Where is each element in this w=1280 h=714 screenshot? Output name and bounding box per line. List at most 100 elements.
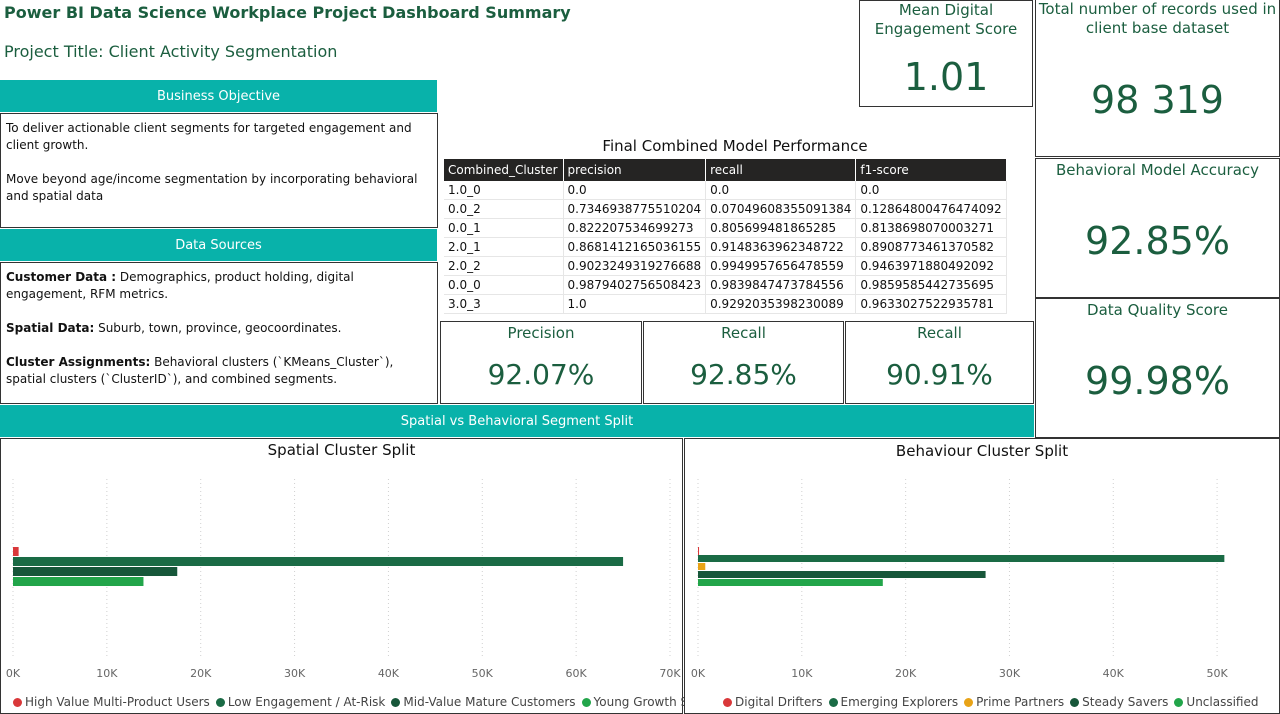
x-tick-label: 10K (791, 667, 813, 680)
data-sources-panel: Customer Data : Demographics, product ho… (0, 262, 438, 404)
legend-item[interactable]: Emerging Explorers (828, 695, 959, 709)
legend-label: Unclassified (1186, 695, 1259, 709)
table-cell: 0.9463971880492092 (855, 256, 1007, 276)
data-quality-label: Data Quality Score (1087, 301, 1228, 319)
business-objective-header: Business Objective (0, 80, 437, 112)
segment-split-banner: Spatial vs Behavioral Segment Split (0, 405, 1034, 437)
legend-label: Prime Partners (976, 695, 1065, 709)
data-quality-value: 99.98% (1085, 359, 1230, 403)
bar[interactable] (698, 571, 986, 578)
spatial-chart-title: Spatial Cluster Split (267, 441, 416, 459)
engagement-score-value: 1.01 (903, 55, 989, 99)
legend-item[interactable]: Low Engagement / At-Risk (215, 695, 386, 709)
x-tick-label: 50K (472, 667, 494, 680)
table-cell: 0.07049608355091384 (705, 199, 857, 219)
behaviour-cluster-chart: 0K 10K 20K 30K 40K 50K (691, 479, 1228, 680)
legend-item[interactable]: High Value Multi-Product Users (13, 695, 210, 709)
page-title: Power BI Data Science Workplace Project … (4, 3, 571, 22)
column-header-precision[interactable]: precision (563, 159, 707, 181)
column-header-f1-score[interactable]: f1-score (855, 159, 1007, 181)
bar[interactable] (13, 577, 144, 586)
spatial-cluster-chart: 0K 10K 20K 30K 40K 50K 60K 70K (6, 479, 681, 680)
table-cell: 1.0_0 (444, 181, 564, 200)
legend-label: High Value Multi-Product Users (25, 695, 210, 709)
table-row: 2.0_2 0.9023249319276688 0.994995765647855… (444, 256, 1007, 276)
column-header-combined-cluster[interactable]: Combined_Cluster (444, 159, 564, 181)
segment-split-label: Spatial vs Behavioral Segment Split (400, 413, 634, 429)
legend-item[interactable]: Mid-Value Mature Customers (391, 695, 576, 709)
table-cell: 0.8681412165036155 (563, 237, 707, 257)
table-cell: 0.9839847473784556 (705, 275, 857, 295)
table-cell: 0.9879402756508423 (563, 275, 707, 295)
table-cell: 0.822207534699273 (563, 218, 707, 238)
recall-card: Recall 92.85% (643, 321, 844, 404)
legend-label: Mid-Value Mature Customers (403, 695, 576, 709)
table-cell: 0.0_1 (444, 218, 564, 238)
x-tick-label: 10K (96, 667, 118, 680)
data-source-customer-label: Customer Data : (6, 270, 117, 284)
table-cell: 1.0 (563, 294, 707, 314)
table-cell: 0.0 (563, 181, 707, 200)
table-row: 3.0_3 1.0 0.9292035398230089 0.963302752293… (444, 294, 1007, 314)
project-title: Project Title: Client Activity Segmentat… (4, 42, 338, 61)
data-source-spatial: Spatial Data: Suburb, town, province, ge… (6, 320, 432, 337)
data-sources-heading: Data Sources (175, 237, 262, 253)
data-source-clusters-label: Cluster Assignments: (6, 355, 151, 369)
table-row: 0.0_0 0.9879402756508423 0.983984747378455… (444, 275, 1007, 295)
table-header-row: Combined_Cluster precision recall f1-sco… (444, 159, 1007, 181)
x-tick-label: 70K (659, 667, 681, 680)
table-cell: 0.9148363962348722 (705, 237, 857, 257)
legend-label: Digital Drifters (735, 695, 823, 709)
table-cell: 0.0_0 (444, 275, 564, 295)
legend-item[interactable]: Steady Savers (1070, 695, 1168, 709)
bar[interactable] (698, 563, 706, 570)
table-cell: 2.0_2 (444, 256, 564, 276)
bar[interactable] (13, 547, 19, 556)
objective-paragraph-2: Move beyond age/income segmentation by i… (6, 172, 418, 203)
performance-table: Combined_Cluster precision recall f1-sco… (444, 159, 1007, 314)
bar[interactable] (698, 547, 700, 555)
x-tick-label: 40K (378, 667, 400, 680)
recall-value: 92.85% (690, 358, 797, 391)
x-tick-label: 0K (691, 667, 706, 680)
legend-marker-icon (581, 697, 591, 707)
total-records-label: Total number of records used in client b… (1038, 0, 1277, 37)
behavioral-accuracy-label: Behavioral Model Accuracy (1055, 161, 1260, 179)
precision-card: Precision 92.07% (440, 321, 642, 404)
legend-item[interactable]: Prime Partners (964, 695, 1064, 709)
data-source-clusters: Cluster Assignments: Behavioral clusters… (6, 354, 432, 388)
column-header-recall[interactable]: recall (705, 159, 857, 181)
behavioral-accuracy-value: 92.85% (1085, 219, 1230, 263)
recall-label: Recall (721, 324, 766, 342)
legend-item[interactable]: Unclassified (1174, 695, 1258, 709)
x-tick-label: 20K (895, 667, 917, 680)
recall-secondary-card: Recall 90.91% (845, 321, 1034, 404)
table-cell: 0.12864800476474092 (855, 199, 1007, 219)
x-tick-label: 60K (566, 667, 588, 680)
spatial-chart-panel: Spatial Cluster Split 0K 10K 20K 30K 40K 50K 6… (0, 438, 735, 714)
table-row: 0.0_1 0.822207534699273 0.805699481865285 0… (444, 218, 1007, 238)
bar[interactable] (13, 557, 624, 566)
recall-secondary-value: 90.91% (886, 358, 993, 391)
bar[interactable] (13, 567, 178, 576)
table-cell: 0.9633027522935781 (855, 294, 1007, 314)
legend-marker-icon (1070, 697, 1080, 707)
legend-label: Low Engagement / At-Risk (227, 695, 386, 709)
bar[interactable] (698, 555, 1225, 562)
legend-marker-icon (723, 697, 732, 707)
table-cell: 0.0_2 (444, 199, 564, 219)
table-cell: 0.9292035398230089 (705, 294, 857, 314)
legend-marker-icon (391, 697, 401, 707)
x-tick-label: 40K (1103, 667, 1125, 680)
bar[interactable] (698, 579, 883, 586)
legend-item[interactable]: Digital Drifters (723, 695, 823, 709)
table-cell: 0.805699481865285 (705, 218, 857, 238)
table-cell: 0.9023249319276688 (563, 256, 707, 276)
behaviour-chart-legend: Digital Drifters Emerging Explorers Prime … (723, 695, 1258, 709)
data-source-spatial-text: Suburb, town, province, geocoordinates. (94, 321, 342, 335)
behaviour-chart-title: Behaviour Cluster Split (895, 442, 1069, 460)
spatial-chart-legend: High Value Multi-Product Users Low Engage… (13, 695, 735, 709)
table-row: 2.0_1 0.8681412165036155 0.914836396234872… (444, 237, 1007, 257)
table-row: 1.0_0 0.0 0.0 0.0 (444, 181, 1007, 200)
legend-label: Emerging Explorers (840, 695, 959, 709)
